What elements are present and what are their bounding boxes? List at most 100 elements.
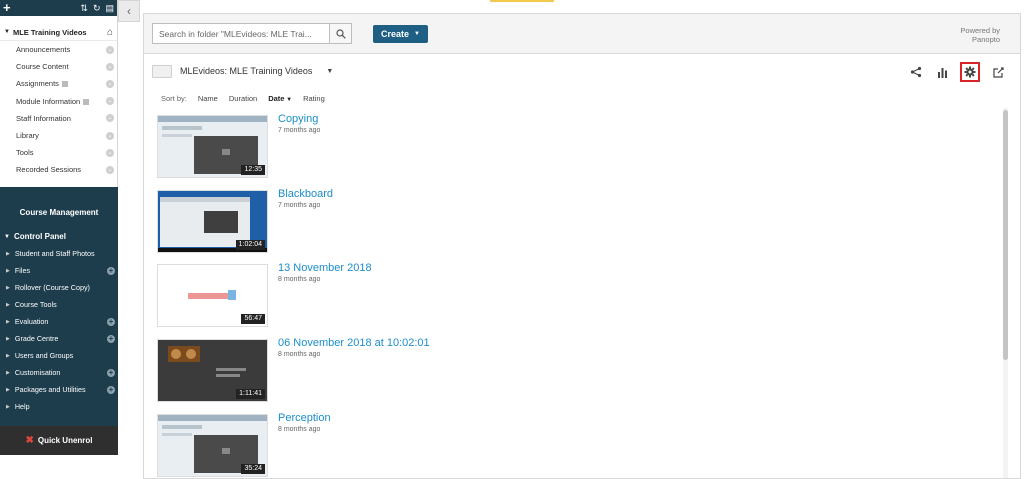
panopto-header: Create ▼ Powered by Panopto [144,14,1020,54]
powered-by-line1: Powered by [960,26,1000,35]
chevron-down-icon[interactable]: ⌄ [106,97,114,106]
session-row: 56:47 13 November 2018 8 months ago [157,259,1002,334]
chevron-down-icon[interactable]: ⌄ [106,62,114,71]
add-menu-item-icon[interactable]: + [3,1,11,15]
control-panel-item-student-and-staff-photos[interactable]: ▶ Student and Staff Photos [0,245,118,262]
caret-down-icon[interactable]: ▼ [326,68,333,75]
session-row: 35:24 Perception 8 months ago [157,409,1002,479]
session-title-link[interactable]: Perception [278,412,331,424]
session-title-link[interactable]: Blackboard [278,188,333,200]
sidebar-toolbar: + ⇅ ↻ ▤ [0,0,117,16]
chevron-down-icon[interactable]: ⌄ [106,131,114,140]
course-title[interactable]: ▼ MLE Training Videos ⌂ [0,24,117,41]
external-link-icon[interactable] [990,64,1006,80]
session-duration: 1:11:41 [236,389,265,400]
session-age: 7 months ago [278,201,321,209]
refresh-icon[interactable]: ↻ [93,3,101,14]
sidebar-item-course-content[interactable]: Course Content ⌄ [0,58,117,75]
session-row: 12:35 Copying 7 months ago [157,110,1002,185]
content-icon [83,98,90,105]
layout-icon[interactable]: ▤ [105,3,114,14]
chevron-down-icon[interactable]: ⌄ [106,79,114,88]
session-age: 8 months ago [278,351,321,359]
search-input[interactable] [153,24,329,43]
sort-option-active[interactable]: Date ▼ [268,94,292,103]
share-icon[interactable] [908,64,924,80]
sidebar-item-library[interactable]: Library ⌄ [0,127,117,144]
sidebar-item-announcements[interactable]: Announcements ⌄ [0,41,117,58]
control-panel-item-customisation[interactable]: ▶ Customisation + [0,364,118,381]
control-panel-item-label: Grade Centre [14,334,59,343]
triangle-right-icon: ▶ [6,301,10,308]
folder-selector[interactable]: MLEvideos: MLE Training Videos ▼ [152,62,1012,80]
chevron-down-icon[interactable]: ⌄ [106,148,114,157]
chevron-down-icon[interactable]: ⌄ [106,114,114,123]
control-panel-item-help[interactable]: ▶ Help [0,398,118,415]
home-icon[interactable]: ⌂ [107,27,113,38]
session-thumbnail[interactable]: 1:11:41 [157,339,268,403]
sidebar-item-module-information[interactable]: Module Information ⌄ [0,93,117,110]
control-panel-item-evaluation[interactable]: ▶ Evaluation + [0,313,118,330]
sort-option-date[interactable]: Date [268,94,284,103]
sort-option-rating[interactable]: Rating [303,94,325,103]
quick-unenrol-button[interactable]: ✖ Quick Unenrol [0,426,118,455]
control-panel-item-label: Rollover (Course Copy) [14,283,90,292]
triangle-right-icon: ▶ [6,403,10,410]
sidebar-item-label: Recorded Sessions [16,165,82,175]
session-thumbnail[interactable]: 56:47 [157,264,268,328]
create-button[interactable]: Create ▼ [373,25,428,43]
sort-option-name[interactable]: Name [198,94,218,103]
sidebar-item-assignments[interactable]: Assignments ⌄ [0,75,117,92]
session-duration: 12:35 [241,165,265,175]
triangle-right-icon: ▶ [6,369,10,376]
plus-circle-icon[interactable]: + [107,266,115,275]
collapse-sidebar-button[interactable]: ‹ [118,0,140,22]
settings-gear-icon[interactable] [960,62,980,82]
sidebar-item-label: Module Information [16,96,81,106]
control-panel-item-label: Student and Staff Photos [14,249,95,258]
session-thumbnail[interactable]: 35:24 [157,413,268,477]
sort-option-duration[interactable]: Duration [229,94,257,103]
session-title-link[interactable]: 06 November 2018 at 10:02:01 [278,337,430,349]
session-thumbnail[interactable]: 12:35 [157,115,268,178]
course-sidebar: + ⇅ ↻ ▤ ▼ MLE Training Videos ⌂ Announcem… [0,0,118,455]
search-button[interactable] [329,24,351,43]
folder-name: MLEvideos: MLE Training Videos [180,66,313,76]
create-label: Create [381,29,410,39]
sidebar-item-recorded-sessions[interactable]: Recorded Sessions ⌄ [0,161,117,178]
session-age: 8 months ago [278,425,321,433]
session-thumbnail[interactable]: 1:02:04 [157,189,268,253]
chevron-down-icon[interactable]: ⌄ [106,165,114,174]
content-icon [61,81,68,88]
plus-circle-icon[interactable]: + [107,317,115,326]
control-panel-heading[interactable]: ▼ Control Panel [0,228,118,245]
triangle-right-icon: ▶ [6,318,10,325]
control-panel-item-rollover-course-copy-[interactable]: ▶ Rollover (Course Copy) [0,279,118,296]
sidebar-item-staff-information[interactable]: Staff Information ⌄ [0,110,117,127]
session-row: 1:02:04 Blackboard 7 months ago [157,185,1002,260]
sort-icon[interactable]: ⇅ [80,3,88,14]
control-panel-item-grade-centre[interactable]: ▶ Grade Centre + [0,330,118,347]
control-panel-item-label: Course Tools [14,300,57,309]
sidebar-item-tools[interactable]: Tools ⌄ [0,144,117,161]
powered-by-panopto: Powered by Panopto [960,26,1000,44]
control-panel-item-packages-and-utilities[interactable]: ▶ Packages and Utilities + [0,381,118,398]
session-title-link[interactable]: 13 November 2018 [278,262,372,274]
scrollbar-thumb[interactable] [1003,110,1008,360]
session-title-link[interactable]: Copying [278,113,318,125]
stats-icon[interactable] [934,64,950,80]
sidebar-item-label: Tools [16,148,34,158]
course-menu: Announcements ⌄ Course Content ⌄ Assignments… [0,41,117,179]
plus-circle-icon[interactable]: + [107,334,115,343]
scrollbar[interactable] [1003,108,1008,478]
control-panel-item-files[interactable]: ▶ Files + [0,262,118,279]
control-panel-item-users-and-groups[interactable]: ▶ Users and Groups [0,347,118,364]
chevron-down-icon[interactable]: ⌄ [106,45,114,54]
powered-by-line2: Panopto [972,35,1000,44]
session-age: 8 months ago [278,276,321,284]
course-management-panel: Course Management ▼ Control Panel ▶ Studen… [0,187,118,455]
triangle-right-icon: ▶ [6,335,10,342]
control-panel-item-course-tools[interactable]: ▶ Course Tools [0,296,118,313]
plus-circle-icon[interactable]: + [107,385,115,394]
plus-circle-icon[interactable]: + [107,368,115,377]
